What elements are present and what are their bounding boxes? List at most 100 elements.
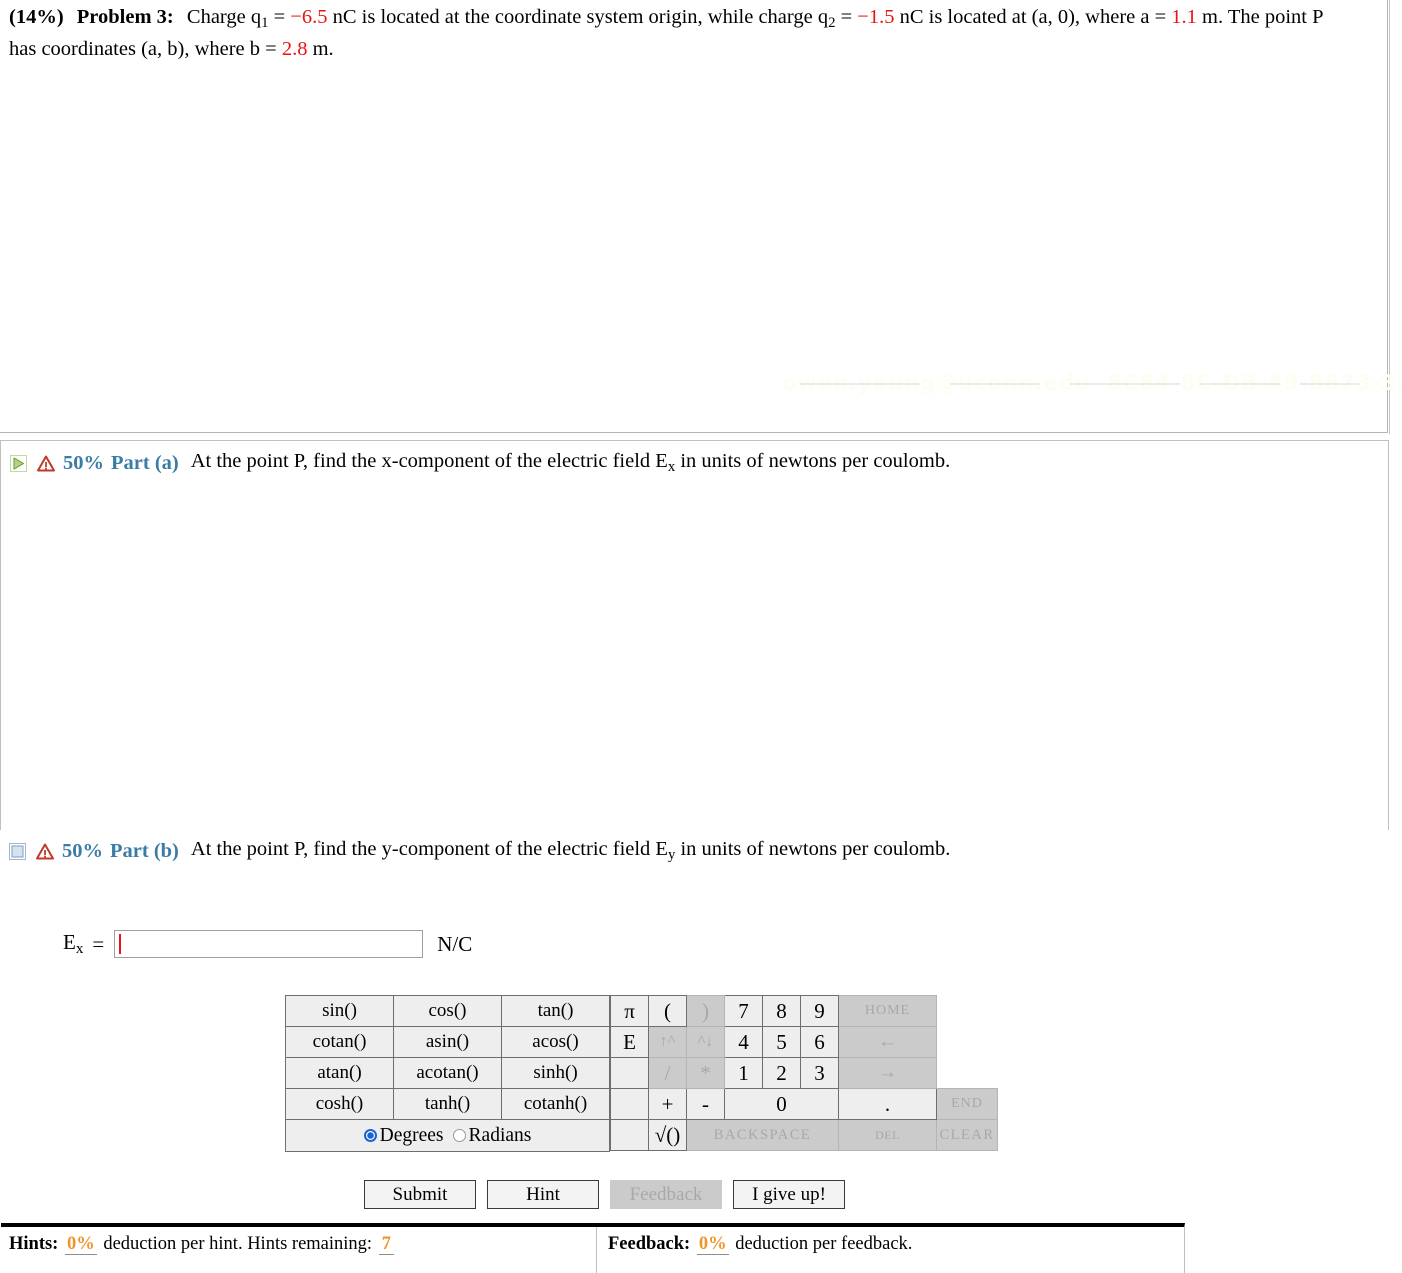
key-cotanh[interactable]: cotanh() [501, 1088, 610, 1120]
action-buttons: Submit Hint Feedback I give up! [364, 1180, 845, 1209]
key-2[interactable]: 2 [762, 1057, 801, 1089]
q2-value: −1.5 [857, 6, 895, 28]
part-b-header: 50% Part (b) At the point P, find the y-… [9, 838, 950, 864]
key-cotan[interactable]: cotan() [285, 1026, 394, 1058]
key-acos[interactable]: acos() [501, 1026, 610, 1058]
key-sqrt[interactable]: √() [648, 1119, 687, 1151]
part-b-prompt: At the point P, find the y-component of … [190, 838, 951, 864]
part-a-answer-row: Ex = N/C [63, 930, 473, 959]
table-row: Degrees Radians [285, 1119, 610, 1152]
answer-units: N/C [437, 931, 473, 956]
key-5[interactable]: 5 [762, 1026, 801, 1058]
hints-feedback-footer: Hints: 0% deduction per hint. Hints rema… [1, 1223, 1185, 1273]
table-row: + - 0 . END [610, 1088, 998, 1120]
feedback-button: Feedback [610, 1180, 722, 1209]
key-8[interactable]: 8 [762, 995, 801, 1027]
radio-radians[interactable]: Radians [452, 1124, 532, 1147]
problem-label: Problem 3: [76, 6, 174, 28]
table-row: atan() acotan() sinh() [285, 1057, 610, 1089]
part-a-label: Part (a) [111, 451, 179, 474]
key-exponent-e[interactable]: E [610, 1026, 649, 1058]
b-value: 2.8 [281, 38, 308, 61]
key-arrow-right: → [838, 1057, 937, 1089]
key-tan[interactable]: tan() [501, 995, 610, 1027]
problem-percent: (14%) [9, 6, 64, 28]
key-minus[interactable]: - [686, 1088, 725, 1120]
key-cos[interactable]: cos() [393, 995, 502, 1027]
key-tanh[interactable]: tanh() [393, 1088, 502, 1120]
key-7[interactable]: 7 [724, 995, 763, 1027]
answer-equals-sign: = [92, 931, 105, 956]
blue-square-icon[interactable] [9, 842, 26, 860]
problem-text-2: nC is located at the coordinate system o… [327, 6, 829, 28]
give-up-button[interactable]: I give up! [733, 1180, 845, 1209]
part-b-panel[interactable]: 50% Part (b) At the point P, find the y-… [0, 836, 1389, 864]
hints-cell: Hints: 0% deduction per hint. Hints rema… [1, 1227, 597, 1273]
key-3[interactable]: 3 [800, 1057, 839, 1089]
key-plus[interactable]: + [648, 1088, 687, 1120]
answer-variable: Ex [63, 930, 84, 958]
warning-triangle-icon [37, 455, 55, 472]
key-atan[interactable]: atan() [285, 1057, 394, 1089]
feedback-cell: Feedback: 0% deduction per feedback. [597, 1227, 1184, 1273]
radio-degrees[interactable]: Degrees [363, 1125, 444, 1147]
key-blank-1 [610, 1057, 649, 1089]
key-pi[interactable]: π [610, 995, 649, 1027]
key-end: END [936, 1088, 998, 1120]
part-a-panel: 50% Part (a) At the point P, find the x-… [0, 440, 1389, 1273]
q1-value: −6.5 [290, 6, 328, 28]
table-row: E ↑^ ^↓ 4 5 6 ← [610, 1026, 998, 1058]
warning-triangle-icon [36, 843, 54, 860]
key-4[interactable]: 4 [724, 1026, 763, 1058]
feedback-deduction: 0% [696, 1234, 729, 1255]
key-1[interactable]: 1 [724, 1057, 763, 1089]
key-0[interactable]: 0 [724, 1088, 839, 1120]
table-row: cosh() tanh() cotanh() [285, 1088, 610, 1120]
problem-statement: (14%) Problem 3: Charge q1 = −6.5 nC is … [9, 4, 1339, 62]
key-6[interactable]: 6 [800, 1026, 839, 1058]
submit-button[interactable]: Submit [364, 1180, 476, 1209]
key-9[interactable]: 9 [800, 995, 839, 1027]
key-delete: DEL [838, 1119, 937, 1151]
key-open-paren[interactable]: ( [648, 995, 687, 1027]
text-caret [119, 934, 122, 955]
radio-degrees-indicator [363, 1129, 377, 1142]
play-triangle-icon[interactable] [10, 454, 27, 472]
hint-button[interactable]: Hint [487, 1180, 599, 1209]
key-superscript: ↑^ [648, 1026, 687, 1058]
problem-frame [0, 0, 1388, 433]
key-sinh[interactable]: sinh() [501, 1057, 610, 1089]
part-a-percent: 50% [63, 451, 104, 474]
table-row: √() BACKSPACE DEL CLEAR [610, 1119, 998, 1151]
table-row: sin() cos() tan() [285, 995, 610, 1027]
answer-variable-subscript: x [75, 941, 84, 958]
key-decimal[interactable]: . [838, 1088, 937, 1120]
a-value: 1.1 [1171, 6, 1197, 28]
key-home: HOME [838, 995, 937, 1027]
hints-remaining: 7 [378, 1234, 394, 1255]
key-sin[interactable]: sin() [285, 995, 394, 1027]
radio-radians-label: Radians [468, 1124, 532, 1146]
calculator-function-pad: sin() cos() tan() cotan() asin() acos() … [285, 995, 610, 1152]
part-b-percent: 50% [62, 839, 103, 862]
key-backspace: BACKSPACE [686, 1119, 839, 1151]
key-blank-3 [610, 1119, 649, 1151]
problem-text-5: m. [307, 38, 334, 61]
problem-text-3: nC is located at (a, 0), where a = [894, 6, 1172, 28]
table-row: cotan() asin() acos() [285, 1026, 610, 1058]
right-scroll-rail[interactable] [1389, 0, 1402, 434]
table-row: / * 1 2 3 → [610, 1057, 998, 1089]
key-subscript: ^↓ [686, 1026, 725, 1058]
key-arrow-left: ← [838, 1026, 937, 1058]
table-row: π ( ) 7 8 9 HOME [610, 995, 998, 1027]
hints-label: Hints: [9, 1234, 59, 1254]
key-acotan[interactable]: acotan() [393, 1057, 502, 1089]
key-cosh[interactable]: cosh() [285, 1088, 394, 1120]
problem-text-1: Charge q [186, 6, 262, 28]
answer-input[interactable] [114, 930, 424, 959]
key-asin[interactable]: asin() [393, 1026, 502, 1058]
part-a-prompt: At the point P, find the x-component of … [190, 450, 951, 476]
part-b-label: Part (b) [110, 839, 179, 862]
feedback-label: Feedback: [608, 1234, 691, 1254]
calculator: sin() cos() tan() cotan() asin() acos() … [285, 995, 998, 1152]
